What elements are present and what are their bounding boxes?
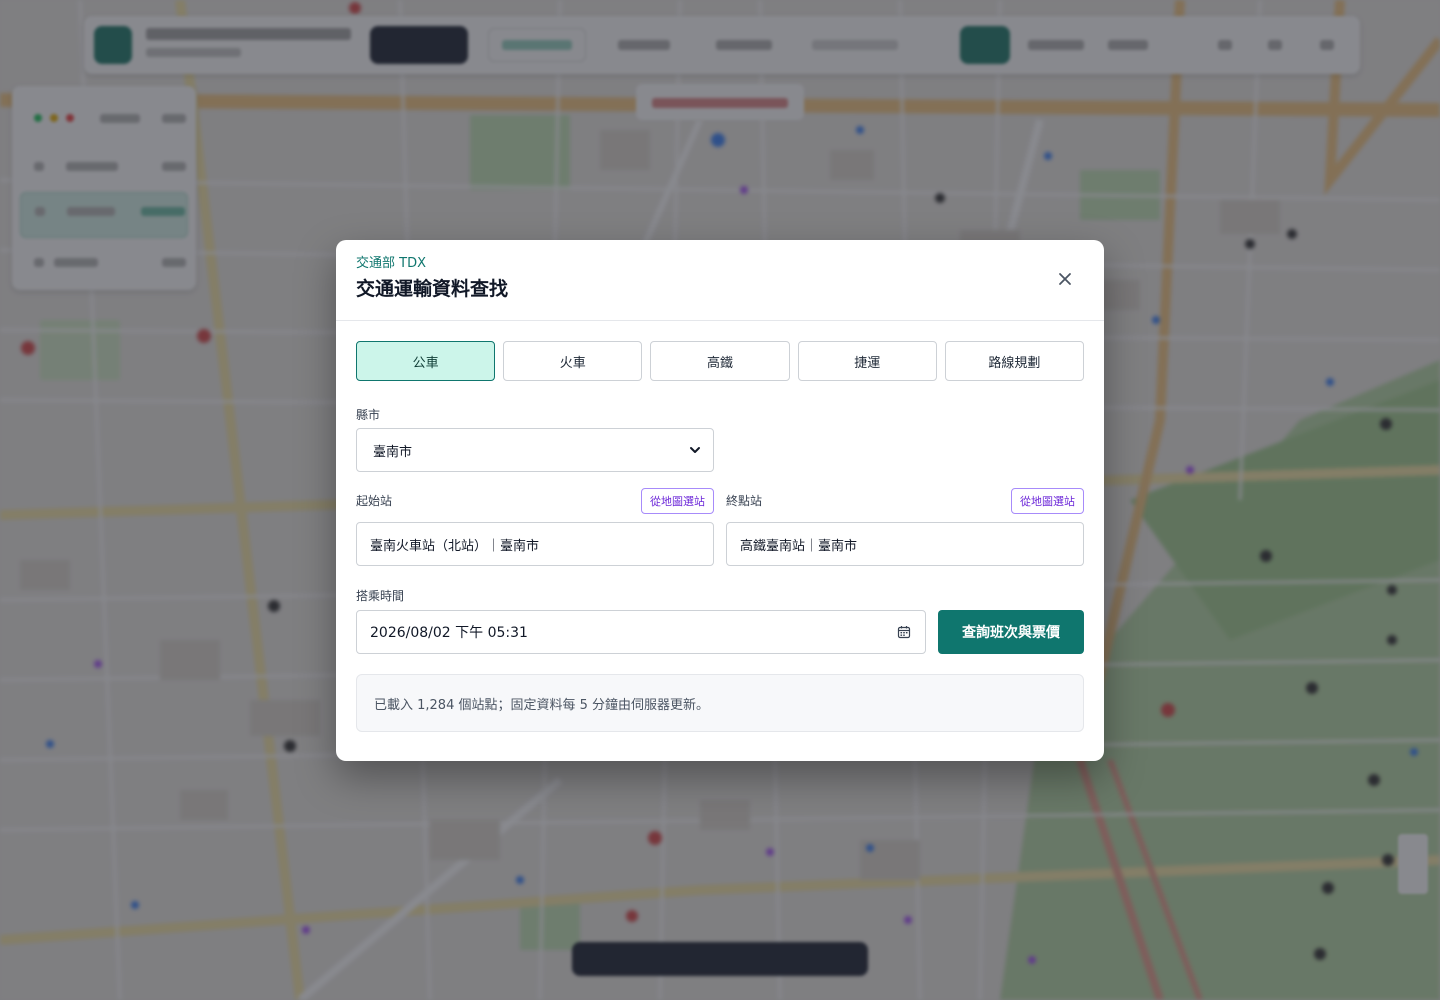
ride-time-value: 2026/08/02 下午 05:31 (370, 625, 528, 641)
dialog-title: 交通運輸資料查找 (356, 278, 509, 300)
close-button[interactable] (1050, 264, 1080, 294)
origin-pick-from-map-button[interactable]: 從地圖選站 (641, 488, 714, 514)
county-label: 縣市 (356, 408, 381, 422)
county-select[interactable]: 臺南市 (356, 428, 714, 472)
tab-bus[interactable]: 公車 (356, 341, 496, 381)
origin-station-input[interactable]: 臺南火車站（北站）｜臺南市 (356, 522, 714, 566)
chevron-down-icon (690, 447, 700, 453)
tab-route-planning[interactable]: 路線規劃 (944, 341, 1085, 381)
ride-time-input[interactable]: 2026/08/02 下午 05:31 (356, 610, 926, 654)
tab-metro[interactable]: 捷運 (797, 341, 937, 381)
county-select-value: 臺南市 (373, 444, 413, 460)
county-field: 縣市 臺南市 (356, 407, 714, 472)
tab-high-speed-rail[interactable]: 高鐵 (650, 341, 790, 381)
destination-station-input[interactable]: 高鐵臺南站｜臺南市 (726, 522, 1084, 566)
close-icon (1059, 273, 1071, 285)
data-status-info: 已載入 1,284 個站點；固定資料每 5 分鐘由伺服器更新。 (356, 674, 1084, 732)
search-schedule-fare-button[interactable]: 查詢班次與票價 (938, 610, 1084, 654)
destination-label: 終點站 (726, 494, 763, 508)
dialog-header: 交通部 TDX 交通運輸資料查找 (336, 240, 1104, 321)
dialog-eyebrow: 交通部 TDX (356, 256, 426, 271)
transport-search-dialog: 交通部 TDX 交通運輸資料查找 公車 火車 高鐵 捷運 路線規劃 縣市 臺南市 (336, 240, 1104, 761)
ride-time-label: 搭乘時間 (356, 589, 405, 603)
origin-field: 起始站 從地圖選站 臺南火車站（北站）｜臺南市 (356, 488, 714, 566)
transport-mode-tabs: 公車 火車 高鐵 捷運 路線規劃 (356, 341, 1085, 381)
destination-field: 終點站 從地圖選站 高鐵臺南站｜臺南市 (726, 488, 1084, 566)
destination-pick-from-map-button[interactable]: 從地圖選站 (1011, 488, 1084, 514)
origin-label: 起始站 (356, 494, 393, 508)
calendar-icon[interactable] (897, 625, 911, 639)
tab-train[interactable]: 火車 (503, 341, 643, 381)
